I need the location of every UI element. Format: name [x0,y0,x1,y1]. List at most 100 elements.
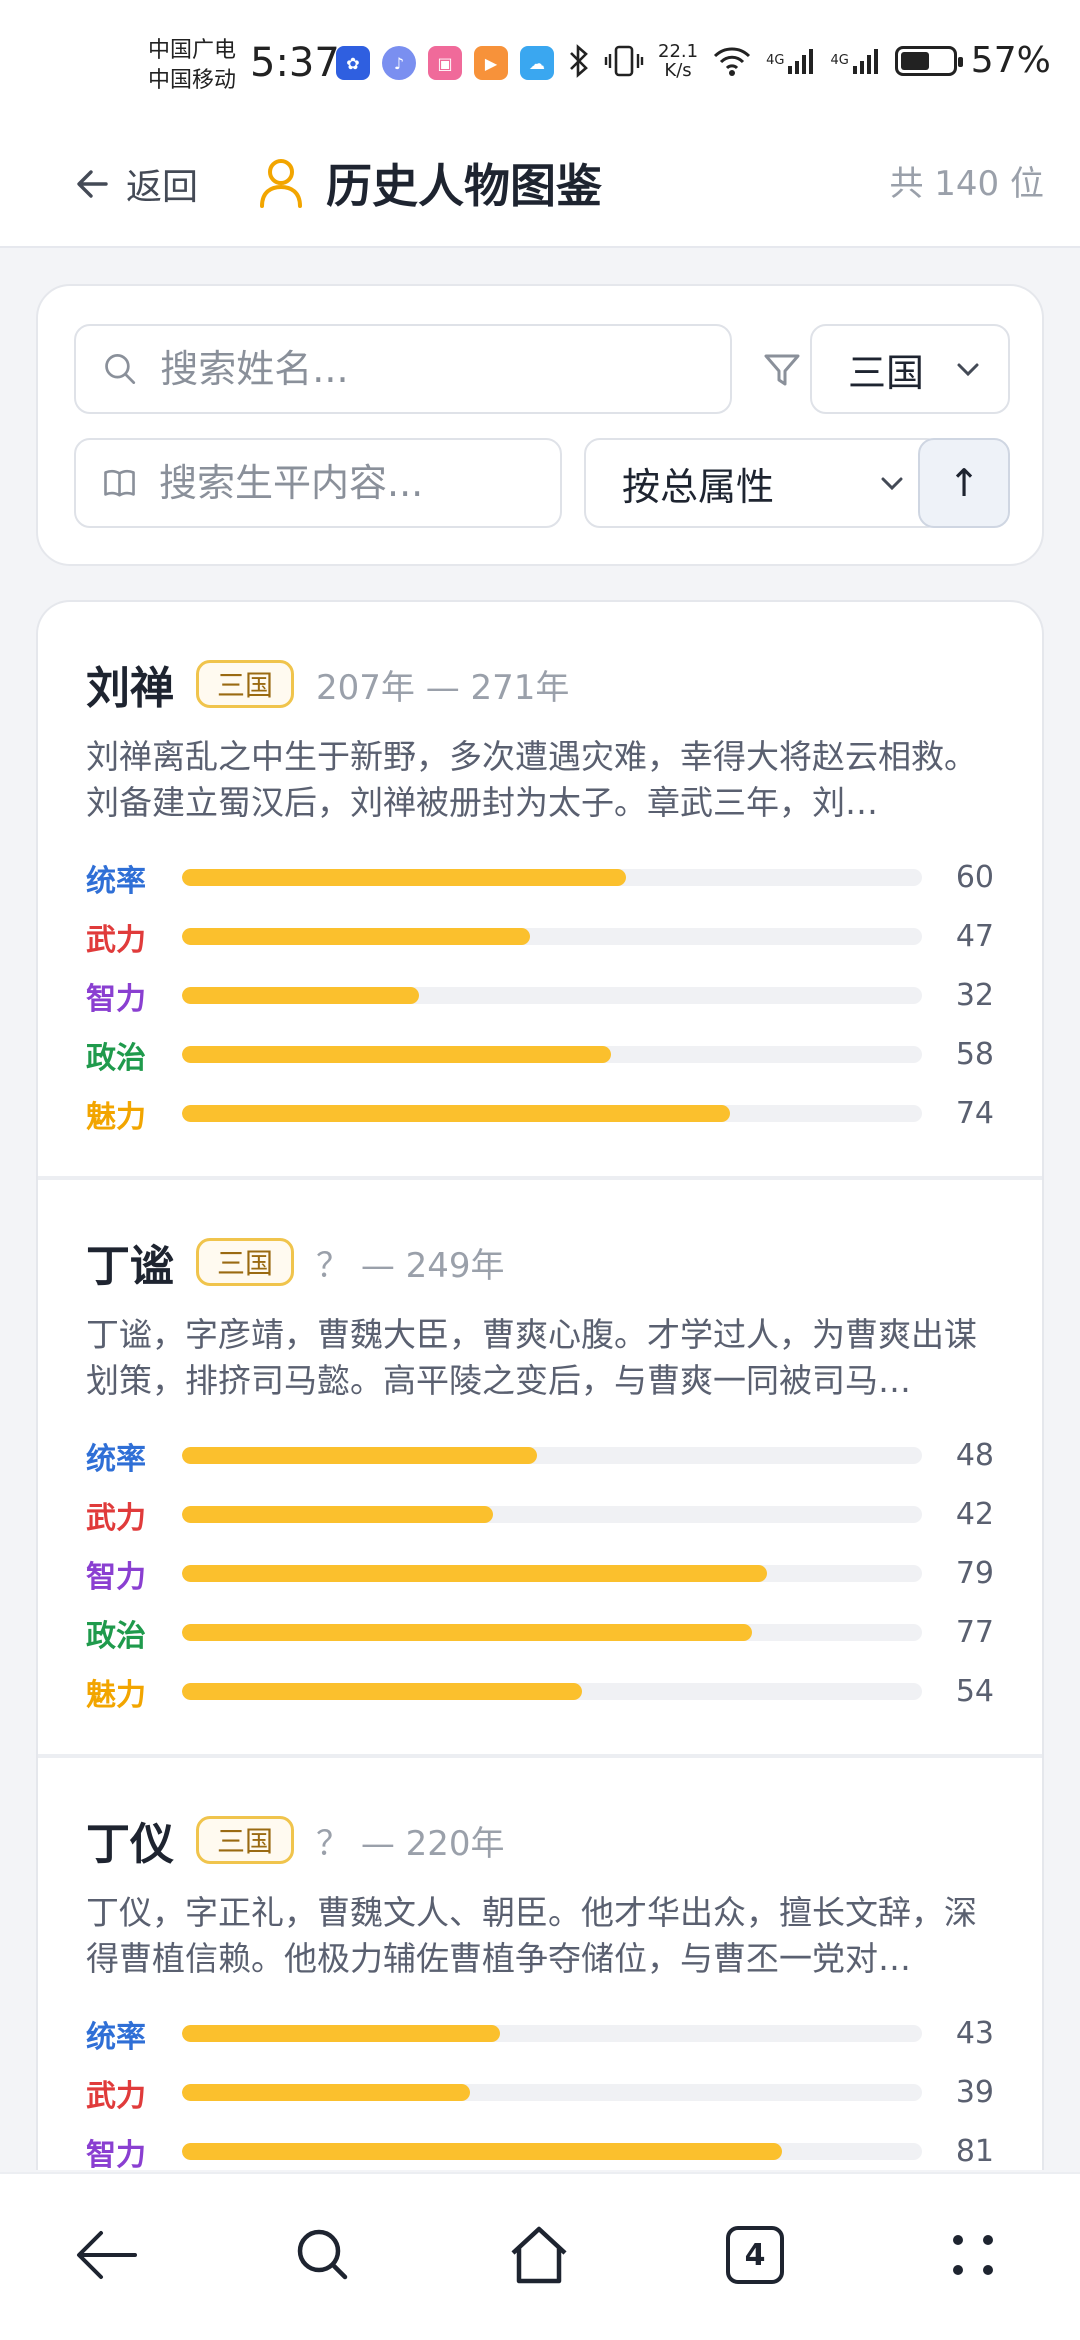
stat-bar [181,2143,923,2160]
search-icon [105,354,136,384]
stat-row-force: 武力 47 [86,907,994,966]
stat-bar-fill [181,1105,730,1122]
stat-value: 77 [955,1615,994,1650]
nav-menu-button[interactable] [928,2210,1018,2300]
stat-bar [181,1046,923,1063]
total-count: 共 140 位 [889,164,1044,204]
stat-bar-fill [181,1046,612,1063]
person-card[interactable]: 丁谧 三国 ？ — 249年 丁谧，字彦靖，曹魏大臣，曹爽心腹。才学过人，为曹爽出谋划… [38,1180,1042,1758]
nav-search-button[interactable] [278,2210,368,2300]
stat-row-intellect: 智力 81 [86,2122,994,2170]
stat-value: 39 [955,2075,994,2110]
stat-bar-fill [181,1565,767,1582]
person-card[interactable]: 丁仪 三国 ？ — 220年 丁仪，字正礼，曹魏文人、朝臣。他才华出众，擅长文辞，深得… [38,1758,1042,2170]
stat-bar [181,2025,923,2042]
stat-value: 47 [955,919,994,954]
stat-row-charm: 魅力 54 [86,1662,994,1721]
person-years: ？ — 249年 [316,1245,505,1286]
name-search-input[interactable] [160,347,730,391]
stat-bar [181,1105,923,1122]
stat-bar-fill [181,928,530,945]
stat-label: 魅力 [86,1677,146,1713]
stat-row-command: 统率 60 [86,848,994,907]
person-bio: 刘禅离乱之中生于新野，多次遭遇灾难，幸得大将赵云相救。刘备建立蜀汉后，刘禅被册封… [86,737,977,822]
stat-bar-fill [181,869,627,886]
stat-label: 统率 [86,863,146,899]
back-label: 返回 [126,167,199,208]
tabs-count: 4 [744,2237,766,2273]
filter-button[interactable] [754,342,810,398]
weather-icon: ☁ [520,46,554,80]
dynasty-badge: 三国 [196,660,295,708]
stat-row-command: 统率 43 [86,2004,994,2063]
signal-2-icon [852,48,878,74]
stat-bar-fill [181,987,419,1004]
stat-value: 48 [955,1438,994,1473]
stat-bar [181,1624,923,1641]
stat-bar-fill [181,1506,493,1523]
signal-1-type: 4G [766,53,785,68]
stat-label: 智力 [86,2137,146,2171]
stat-label: 政治 [86,1040,146,1076]
person-name: 刘禅 [86,663,174,714]
bluetooth-icon [570,43,588,78]
arrow-left-icon [77,170,108,198]
clock: 5:37 [250,40,340,86]
stat-label: 统率 [86,2019,146,2055]
sort-direction-button[interactable]: ↑ [918,438,1010,528]
stat-label: 武力 [86,922,146,958]
stat-value: 60 [955,860,994,895]
bilibili-icon: ▣ [428,46,462,80]
stat-value: 54 [955,1674,994,1709]
bio-search-input[interactable] [159,461,560,505]
vibrate-icon [604,45,644,76]
chevron-down-icon [881,477,903,491]
person-years: ？ — 220年 [316,1823,505,1864]
arrow-up-icon: ↑ [948,461,980,505]
wifi-icon [714,46,751,76]
stat-row-intellect: 智力 79 [86,1544,994,1603]
back-button[interactable]: 返回 [74,154,198,214]
stat-row-force: 武力 42 [86,1485,994,1544]
person-years: 207年 — 271年 [316,667,570,708]
name-search-box [74,324,732,414]
stat-bar-fill [181,2143,782,2160]
book-icon [104,469,135,497]
stat-bar-fill [181,2084,471,2101]
stat-list: 统率43武力39智力81政治魅力 [86,2004,994,2170]
stat-value: 58 [955,1037,994,1072]
stat-bar [181,928,923,945]
stat-label: 武力 [86,1500,146,1536]
stat-row-intellect: 智力 32 [86,966,994,1025]
person-card[interactable]: 刘禅 三国 207年 — 271年刘禅离乱之中生于新野，多次遭遇灾难，幸得大将赵云相… [38,602,1042,1180]
stat-row-charm: 魅力 74 [86,1084,994,1143]
page-title: 历史人物图鉴 [326,159,602,213]
filter-panel: 三国 按总属性 ↑ [36,284,1044,566]
nav-back-button[interactable] [62,2210,152,2300]
stat-bar [181,1506,923,1523]
status-bar: 中国广电 中国移动 5:37 ✿ ♪ ▣ ▶ ☁ 22.1 K/s 4G 4G … [0,0,1080,130]
sort-select-value: 按总属性 [622,464,775,509]
signal-1-icon [788,48,814,74]
person-bio: 丁仪，字正礼，曹魏文人、朝臣。他才华出众，擅长文辞，深得曹植信赖。他极力辅佐曹植… [86,1893,977,1978]
nav-tabs-button[interactable]: 4 [710,2210,800,2300]
carrier-2: 中国移动 [148,68,237,93]
stat-value: 32 [955,978,994,1013]
stat-value: 74 [955,1096,994,1131]
video-play-icon: ▶ [474,46,508,80]
stat-value: 42 [955,1497,994,1532]
dynasty-select[interactable]: 三国 [810,324,1010,414]
stat-label: 统率 [86,1441,146,1477]
app-header: 返回 历史人物图鉴 共 140 位 [0,130,1080,248]
sort-select[interactable]: 按总属性 [584,438,942,528]
stat-label: 智力 [86,981,146,1017]
nav-home-button[interactable] [494,2210,584,2300]
stat-row-force: 武力 39 [86,2063,994,2122]
stat-row-politics: 政治 77 [86,1603,994,1662]
stat-bar [181,1683,923,1700]
stat-label: 政治 [86,1618,146,1654]
bio-search-box [74,438,562,528]
signal-2-type: 4G [830,53,849,68]
stat-row-politics: 政治 58 [86,1025,994,1084]
dynasty-select-value: 三国 [848,350,925,395]
